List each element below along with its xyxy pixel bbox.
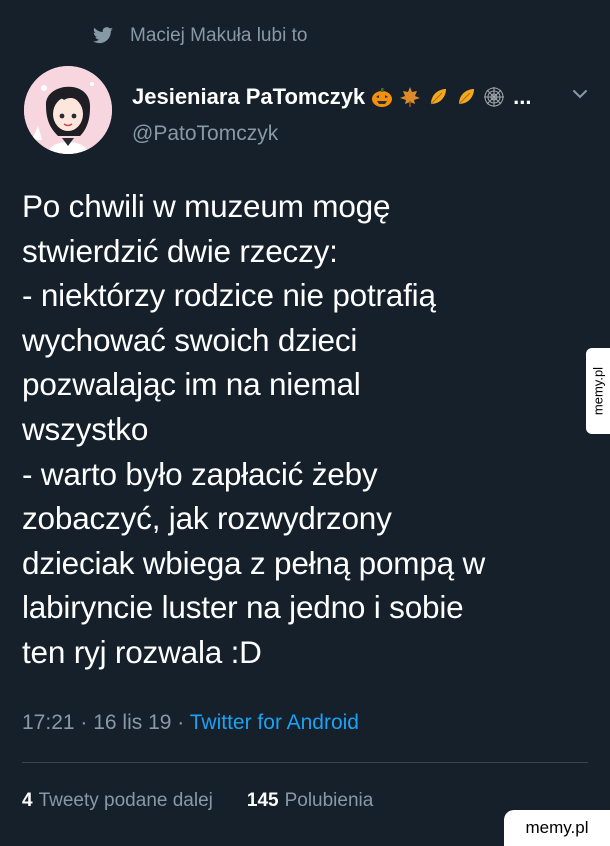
maple-leaf-icon (400, 87, 421, 107)
fallen-leaf-icon (430, 89, 447, 105)
meta-separator: · (171, 711, 190, 734)
spider-web-icon (484, 87, 505, 107)
watermark-bottom: memy.pl (504, 810, 610, 846)
likes-label[interactable]: Polubienia (285, 790, 374, 812)
author-name-row[interactable]: Jesieniara PaTomczyk ... (132, 82, 532, 112)
chevron-down-icon[interactable] (570, 84, 590, 104)
meta-separator: · (74, 711, 94, 734)
retweets-label[interactable]: Tweety podane dalej (39, 790, 213, 812)
social-context: Maciej Makuła lubi to (92, 24, 307, 48)
watermark-side-text: memy.pl (590, 366, 606, 416)
author-display-name[interactable]: Jesieniara PaTomczyk (132, 84, 365, 110)
twitter-bird-icon (93, 27, 113, 44)
fallen-leaf-icon (458, 89, 475, 105)
tweet-meta: 17:21 · 16 lis 19 · Twitter for Android (22, 711, 359, 735)
tweet-source-link[interactable]: Twitter for Android (190, 711, 359, 734)
retweets-count[interactable]: 4 (22, 790, 33, 812)
divider (22, 762, 588, 763)
author-handle[interactable]: @PatoTomczyk (132, 122, 278, 146)
avatar-image (24, 66, 112, 154)
watermark-side: memy.pl (586, 348, 610, 434)
tweet-stats: 4 Tweety podane dalej 145 Polubienia (22, 790, 373, 812)
avatar[interactable] (24, 66, 112, 154)
tweet-text: Po chwili w muzeum mogę stwierdzić dwie … (22, 188, 486, 670)
jack-o-lantern-icon (372, 88, 393, 107)
social-context-text: Maciej Makuła lubi to (130, 25, 308, 46)
name-ellipsis: ... (513, 84, 532, 109)
watermark-bottom-text: memy.pl (525, 818, 589, 837)
tweet-date[interactable]: 16 lis 19 (93, 711, 171, 734)
likes-count[interactable]: 145 (247, 790, 279, 812)
tweet-time[interactable]: 17:21 (22, 711, 75, 734)
